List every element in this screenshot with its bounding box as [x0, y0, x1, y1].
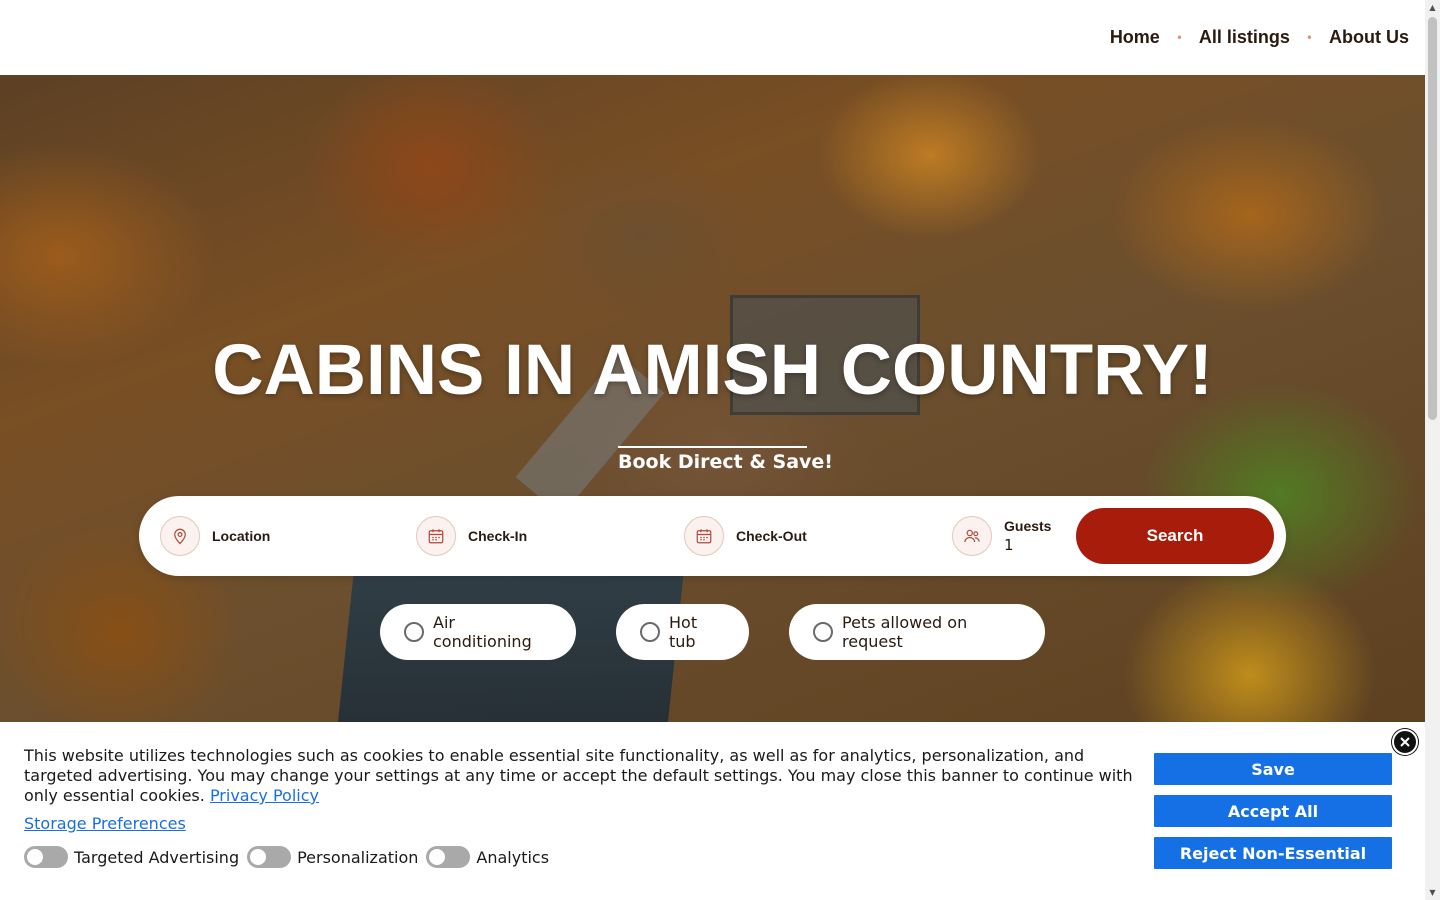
- cookie-text: This website utilizes technologies such …: [24, 746, 1139, 806]
- guests-label: Guests: [1004, 518, 1052, 534]
- guests-wrap: Guests 1: [1004, 518, 1051, 554]
- location-pin-icon: [160, 516, 200, 556]
- nav-separator: •: [1175, 30, 1183, 45]
- nav-about-us[interactable]: About Us: [1329, 27, 1409, 48]
- toggle-label: Analytics: [476, 847, 550, 867]
- search-bar: Location Check-In Check-Out Guests 1 Sea…: [139, 496, 1286, 576]
- toggle-label: Targeted Advertising: [74, 847, 240, 867]
- toggle-switch[interactable]: [426, 846, 471, 868]
- cookie-message: This website utilizes technologies such …: [24, 746, 1133, 805]
- guests-value[interactable]: 1: [1004, 536, 1051, 554]
- toggle-switch[interactable]: [24, 846, 68, 868]
- calendar-icon: [416, 516, 456, 556]
- toggle-targeted-advertising[interactable]: Targeted Advertising: [24, 846, 239, 868]
- scroll-down-arrow-icon[interactable]: ▼: [1425, 885, 1440, 900]
- scrollbar-thumb[interactable]: [1428, 17, 1437, 420]
- location-label: Location: [212, 528, 271, 544]
- nav-separator: •: [1305, 30, 1313, 45]
- amenity-label: Pets allowed on request: [842, 613, 968, 651]
- hero-subtitle: Book Direct & Save!: [618, 446, 833, 473]
- privacy-policy-link[interactable]: Privacy Policy: [210, 786, 319, 805]
- guests-field[interactable]: Guests 1: [952, 516, 1051, 556]
- scroll-up-arrow-icon[interactable]: ▲: [1425, 0, 1440, 15]
- checkin-label: Check-In: [468, 528, 528, 544]
- save-button[interactable]: Save: [1154, 753, 1392, 785]
- toggle-personalization[interactable]: Personalization: [247, 846, 418, 868]
- nav-all-listings[interactable]: All listings: [1199, 27, 1290, 48]
- toggle-switch[interactable]: [247, 846, 292, 868]
- radio-unchecked-icon: [404, 622, 424, 642]
- amenity-label: Air conditioning: [433, 613, 532, 651]
- nav-home[interactable]: Home: [1110, 27, 1160, 48]
- checkout-label: Check-Out: [736, 528, 807, 544]
- toggle-label: Personalization: [297, 847, 419, 867]
- close-icon[interactable]: [1392, 729, 1418, 755]
- hero-title: CABINS IN AMISH COUNTRY!: [212, 331, 1213, 410]
- toggle-analytics[interactable]: Analytics: [426, 846, 549, 868]
- page-scrollbar[interactable]: ▲ ▼: [1425, 0, 1440, 900]
- main-nav: Home • All listings • About Us: [1110, 27, 1409, 48]
- location-field[interactable]: Location: [160, 516, 270, 556]
- storage-preferences-link[interactable]: Storage Preferences: [24, 814, 186, 833]
- reject-non-essential-button[interactable]: Reject Non-Essential: [1154, 837, 1392, 869]
- amenity-hot-tub[interactable]: Hot tub: [616, 604, 749, 660]
- checkin-field[interactable]: Check-In: [416, 516, 527, 556]
- hero-section: CABINS IN AMISH COUNTRY! Book Direct & S…: [0, 75, 1425, 725]
- amenity-label: Hot tub: [669, 613, 698, 651]
- cookie-banner: This website utilizes technologies such …: [0, 722, 1425, 900]
- checkout-field[interactable]: Check-Out: [684, 516, 807, 556]
- amenity-pets-allowed[interactable]: Pets allowed on request: [789, 604, 1045, 660]
- accept-all-button[interactable]: Accept All: [1154, 795, 1392, 827]
- cookie-toggles: Targeted Advertising Personalization Ana…: [24, 846, 557, 868]
- radio-unchecked-icon: [640, 622, 660, 642]
- amenity-air-conditioning[interactable]: Air conditioning: [380, 604, 576, 660]
- radio-unchecked-icon: [813, 622, 833, 642]
- calendar-icon: [684, 516, 724, 556]
- site-header: Home • All listings • About Us: [0, 0, 1425, 75]
- users-icon: [952, 516, 992, 556]
- search-button[interactable]: Search: [1076, 508, 1274, 564]
